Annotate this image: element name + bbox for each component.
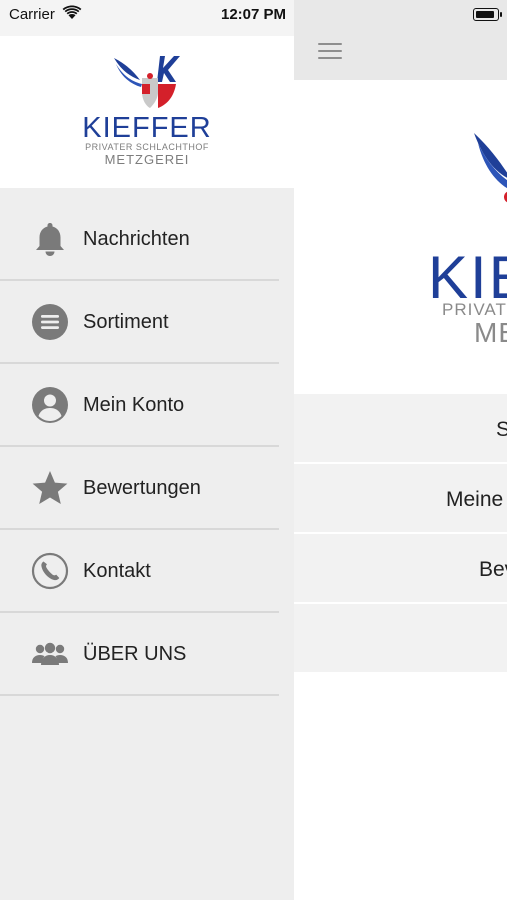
main-row[interactable] — [294, 604, 507, 674]
menu-item-ueber-uns[interactable]: ÜBER UNS — [0, 613, 279, 696]
main-row[interactable]: Bev — [294, 534, 507, 604]
menu-item-kontakt[interactable]: Kontakt — [0, 530, 279, 613]
main-row-label: Meine — [446, 488, 504, 511]
carrier-label: Carrier — [9, 6, 55, 23]
wifi-icon — [62, 5, 82, 19]
phone-icon — [31, 552, 69, 590]
menu-item-label: Sortiment — [83, 311, 169, 333]
star-icon — [32, 471, 68, 504]
menu-item-label: ÜBER UNS — [83, 643, 187, 665]
logo-name: KIEFFER — [82, 112, 212, 144]
main-logo: KIEF PRIVATE ME — [294, 115, 507, 355]
menu-item-label: Nachrichten — [83, 228, 190, 250]
logo-tagline: METZGEREI — [104, 152, 190, 167]
main-row[interactable]: S — [294, 394, 507, 464]
group-icon — [32, 642, 68, 665]
menu-item-label: Mein Konto — [83, 394, 185, 416]
bell-icon — [36, 223, 64, 256]
status-bar: Carrier 12:07 PM — [0, 0, 294, 36]
user-icon — [32, 387, 68, 423]
menu-item-bewertungen[interactable]: Bewertungen — [0, 447, 279, 530]
main-row-label: S — [496, 418, 507, 442]
drawer-menu: Nachrichten Sortiment Mein Konto Bewertu… — [0, 198, 279, 696]
menu-item-mein-konto[interactable]: Mein Konto — [0, 364, 279, 447]
battery-icon — [473, 8, 502, 21]
main-topbar — [294, 0, 507, 80]
menu-item-sortiment[interactable]: Sortiment — [0, 281, 279, 364]
menu-item-nachrichten[interactable]: Nachrichten — [0, 198, 279, 281]
menu-item-label: Kontakt — [83, 560, 151, 582]
main-row[interactable]: Meine — [294, 464, 507, 534]
hamburger-menu-icon[interactable] — [318, 43, 342, 59]
logo-emblem-icon — [114, 56, 180, 108]
menu-item-label: Bewertungen — [83, 477, 201, 499]
logo-wing-icon — [474, 133, 507, 203]
list-icon — [32, 304, 68, 340]
main-list: S Meine Bev — [294, 394, 507, 674]
navigation-drawer: Carrier 12:07 PM KIEFFER PRIVATER SCHLAC… — [0, 0, 294, 900]
main-row-label: Bev — [479, 558, 507, 581]
clock-label: 12:07 PM — [221, 6, 287, 23]
drawer-header-logo: KIEFFER PRIVATER SCHLACHTHOF METZGEREI — [0, 36, 294, 188]
logo-subtitle: PRIVATER SCHLACHTHOF — [85, 142, 209, 152]
main-logo-tagline: ME — [474, 317, 507, 348]
main-screen: KIEF PRIVATE ME S Meine Bev — [294, 0, 507, 900]
